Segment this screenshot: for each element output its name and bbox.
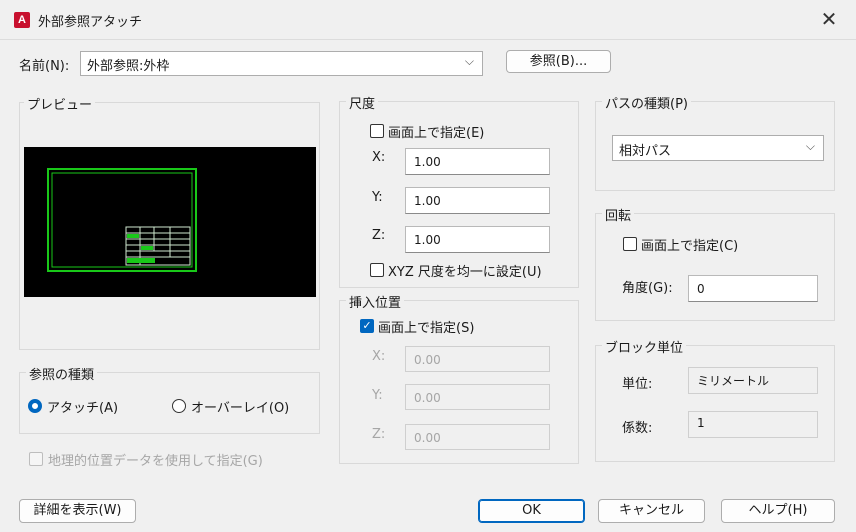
- insertion-specify-label[interactable]: 画面上で指定(S): [378, 317, 474, 336]
- rotation-title: 回転: [602, 205, 635, 224]
- rotation-specify-label[interactable]: 画面上で指定(C): [641, 235, 738, 254]
- scale-specify-checkbox[interactable]: [370, 124, 384, 138]
- insertion-y-field[interactable]: 0.00: [405, 384, 550, 410]
- geo-location-label: 地理的位置データを使用して指定(G): [48, 454, 263, 469]
- factor-value: 1: [688, 411, 818, 438]
- cancel-button[interactable]: キャンセル: [598, 499, 705, 523]
- scale-x-field[interactable]: 1.00: [405, 148, 550, 175]
- insertion-y-label: Y:: [372, 388, 383, 403]
- attach-radio[interactable]: [28, 399, 42, 413]
- name-combobox[interactable]: 外部参照:外枠 ⌵: [80, 51, 483, 76]
- checkmark-icon: ✓: [362, 319, 372, 332]
- preview-image: [24, 147, 316, 297]
- insertion-title: 挿入位置: [346, 292, 405, 311]
- uniform-scale-checkbox[interactable]: [370, 263, 384, 277]
- scale-y-label: Y:: [372, 190, 383, 205]
- uniform-scale-label[interactable]: XYZ 尺度を均一に設定(U): [388, 261, 542, 280]
- browse-button[interactable]: 参照(B)...: [506, 50, 611, 73]
- scale-z-field[interactable]: 1.00: [405, 226, 550, 253]
- attach-label[interactable]: アタッチ(A): [47, 397, 118, 416]
- rotation-group: [595, 213, 835, 321]
- unit-label: 単位:: [622, 377, 653, 392]
- insertion-x-field[interactable]: 0.00: [405, 346, 550, 372]
- block-unit-group: [595, 345, 835, 462]
- angle-field[interactable]: 0: [688, 275, 818, 302]
- insertion-specify-checkbox[interactable]: ✓: [360, 319, 374, 333]
- autocad-app-icon: A: [14, 12, 30, 28]
- preview-title: プレビュー: [24, 94, 96, 113]
- name-label: 名前(N):: [19, 59, 70, 74]
- ok-button[interactable]: OK: [478, 499, 585, 523]
- path-type-combobox[interactable]: 相対パス ⌵: [612, 135, 824, 161]
- overlay-radio[interactable]: [172, 399, 186, 413]
- scale-x-label: X:: [372, 150, 386, 165]
- scale-z-label: Z:: [372, 228, 386, 243]
- overlay-label[interactable]: オーバーレイ(O): [191, 397, 289, 416]
- insertion-x-label: X:: [372, 349, 386, 364]
- name-value: 外部参照:外枠: [87, 59, 170, 74]
- rotation-specify-checkbox[interactable]: [623, 237, 637, 251]
- unit-value: ミリメートル: [688, 367, 818, 394]
- chevron-down-icon: ⌵: [805, 139, 815, 153]
- window-title: 外部参照アタッチ: [38, 15, 143, 30]
- angle-label: 角度(G):: [622, 281, 673, 296]
- path-type-value: 相対パス: [619, 144, 672, 159]
- insertion-z-label: Z:: [372, 427, 386, 442]
- geo-location-checkbox[interactable]: [29, 452, 43, 466]
- scale-y-field[interactable]: 1.00: [405, 187, 550, 214]
- chevron-down-icon: ⌵: [464, 54, 474, 68]
- scale-title: 尺度: [346, 93, 379, 112]
- show-details-button[interactable]: 詳細を表示(W): [19, 499, 136, 523]
- factor-label: 係数:: [622, 421, 653, 436]
- scale-specify-label[interactable]: 画面上で指定(E): [388, 122, 484, 141]
- close-button[interactable]: ✕: [816, 8, 842, 32]
- help-button[interactable]: ヘルプ(H): [721, 499, 835, 523]
- insertion-z-field[interactable]: 0.00: [405, 424, 550, 450]
- path-type-title: パスの種類(P): [602, 93, 691, 112]
- reference-type-title: 参照の種類: [26, 364, 98, 383]
- block-unit-title: ブロック単位: [602, 337, 687, 356]
